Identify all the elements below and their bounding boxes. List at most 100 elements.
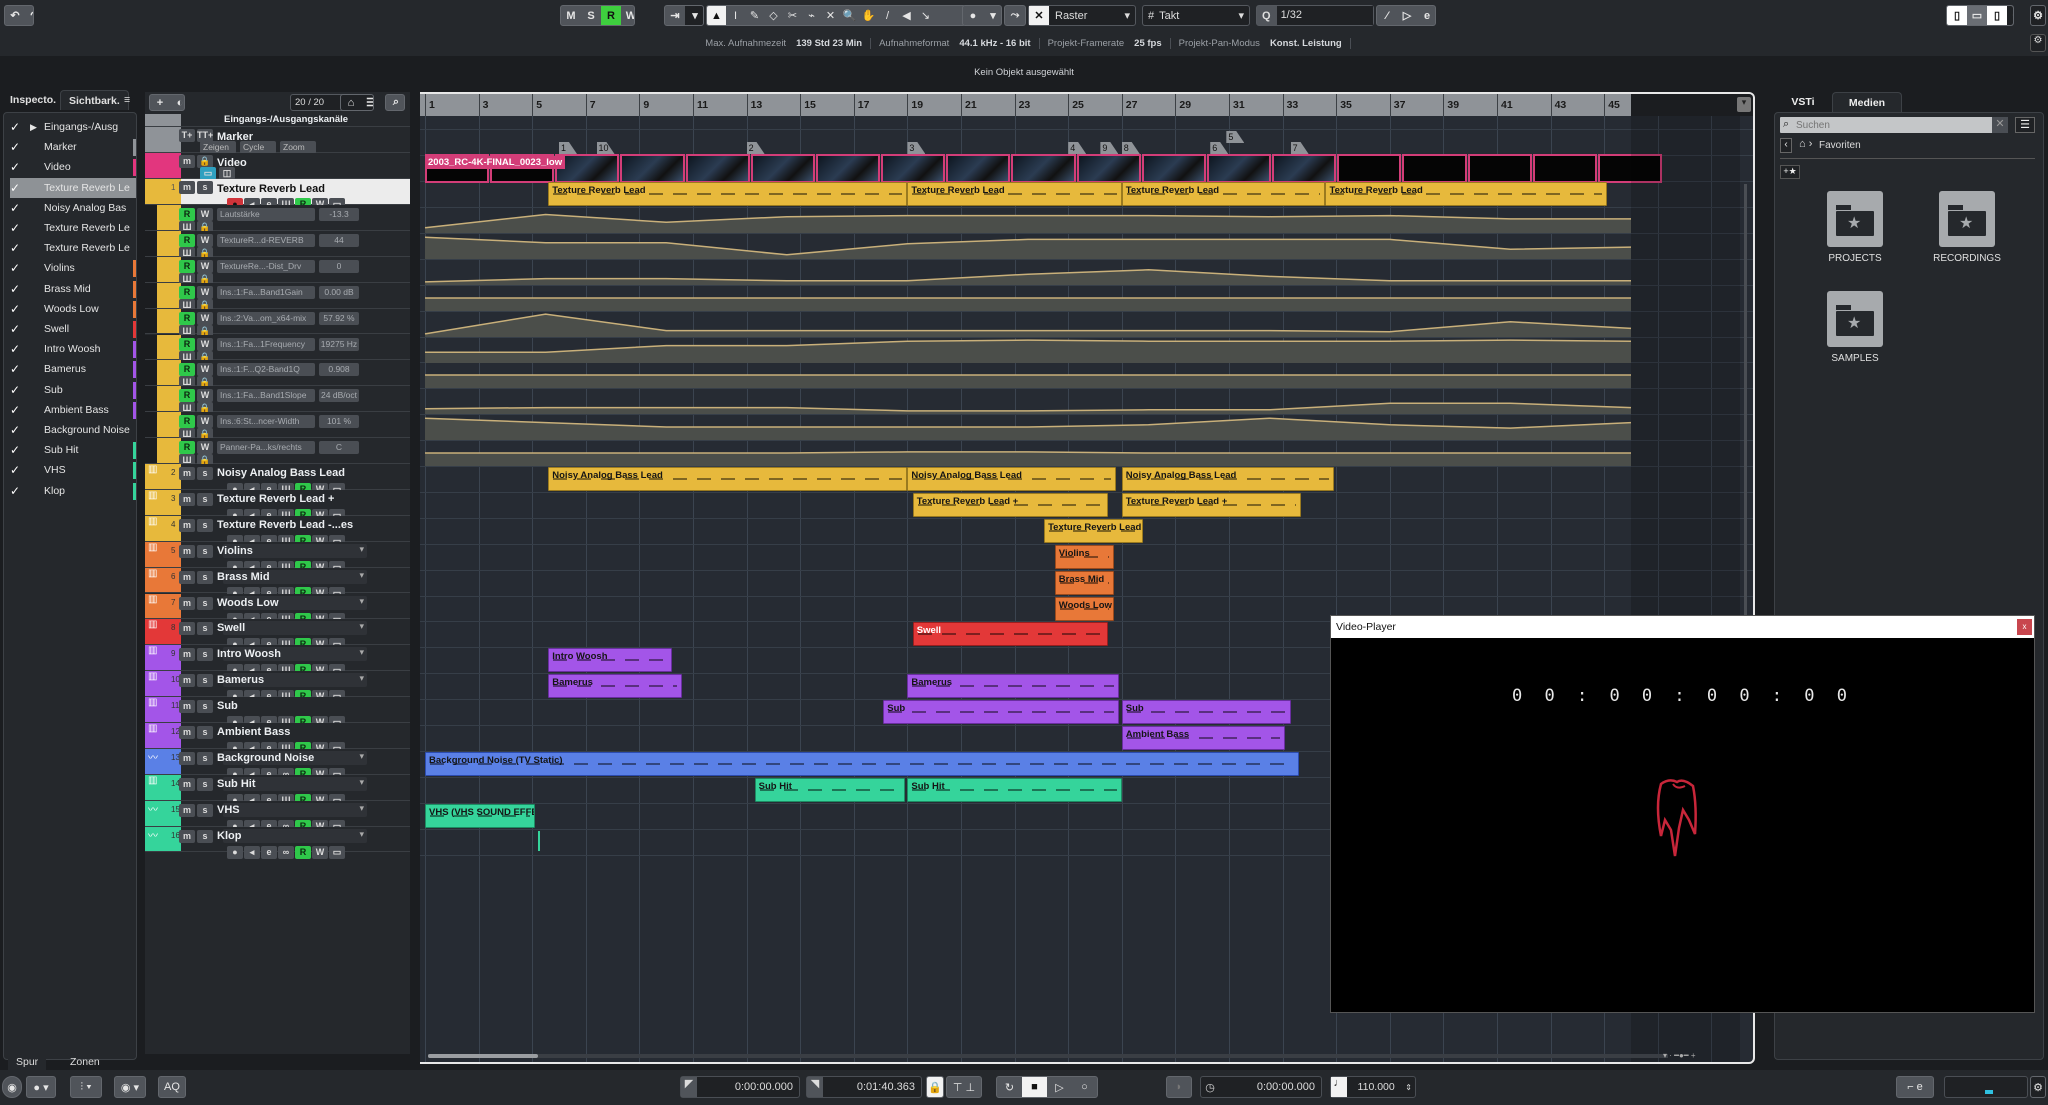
automation-curve[interactable] <box>420 233 1755 259</box>
track-row[interactable]: ▥8msSwell●◂eШRW▭ <box>145 619 410 652</box>
write-automation-button[interactable]: W <box>197 233 213 247</box>
write-automation-button[interactable]: W <box>197 363 213 377</box>
video-thumbnail[interactable] <box>1467 154 1532 183</box>
midi-part[interactable]: Ambient Bass <box>1121 726 1286 750</box>
marker-5[interactable]: 5 <box>1226 131 1245 143</box>
automation-lane[interactable]: R W Ш 🔒 Ins.:1:Fa...Band1Slope 24 dB/oct <box>145 386 410 416</box>
marker-8[interactable]: 8 <box>1121 142 1140 154</box>
klop-event[interactable] <box>537 830 540 851</box>
midi-part[interactable]: Texture Reverb Lead <box>907 182 1122 206</box>
read-automation-button[interactable]: R <box>179 208 195 221</box>
track-row[interactable]: ▥9msIntro Woosh●◂eШRW▭ <box>145 645 410 678</box>
list-view-icon[interactable]: ☰ <box>2015 117 2035 133</box>
write-automation-button[interactable]: W <box>197 311 213 325</box>
read-automation-button[interactable]: R <box>179 285 195 299</box>
checkmark-icon[interactable]: ✓ <box>10 383 30 397</box>
automation-lane-curve[interactable] <box>420 285 1755 311</box>
track-name-dropdown[interactable] <box>223 828 367 843</box>
mute-button[interactable]: m <box>179 155 195 168</box>
solo-button[interactable]: s <box>197 181 213 194</box>
automation-curve[interactable] <box>420 207 1755 233</box>
automation-value[interactable]: 0.00 dB <box>319 285 359 299</box>
checkmark-icon[interactable]: ✓ <box>10 261 30 275</box>
automation-parameter-select[interactable]: Ins.:2:Va...om_x64-mix <box>217 311 315 325</box>
write-automation-button[interactable]: W <box>197 441 213 455</box>
track-name[interactable]: Swell <box>217 622 245 634</box>
visibility-item[interactable]: ✓ Klop <box>10 481 136 501</box>
track-row-selected[interactable]: m s Texture Reverb Lead 1 ● ◂ e Ш R W ▭ <box>145 179 410 211</box>
performance-meter[interactable] <box>1944 1076 2028 1098</box>
automation-value[interactable]: 19275 Hz <box>319 337 359 351</box>
mute-button[interactable]: m <box>179 518 195 532</box>
midi-part[interactable]: Woods Low <box>1054 596 1114 621</box>
visibility-item[interactable]: ✓ Ambient Bass <box>10 400 136 420</box>
folder-star-icon[interactable]: ★ <box>1827 291 1883 347</box>
automation-curve[interactable] <box>420 285 1755 311</box>
video-thumbnail[interactable] <box>946 154 1011 183</box>
draw-tool-icon[interactable]: ✎ <box>745 6 764 25</box>
solo-button[interactable]: s <box>197 777 213 791</box>
track-row[interactable]: ▥11msSub●◂eШRW▭ <box>145 697 410 730</box>
track-row[interactable]: ▥12msAmbient Bass●◂eШRW▭ <box>145 723 410 755</box>
close-button[interactable]: x <box>2017 619 2032 635</box>
add-marker-button[interactable]: T+ <box>179 129 195 142</box>
automation-lane[interactable]: R W Ш 🔒 Ins.:2:Va...om_x64-mix 57.92 % <box>145 308 410 338</box>
automation-curve[interactable] <box>420 414 1755 441</box>
automation-lane[interactable]: R W Ш 🔒 Ins.:1:Fa...Band1Gain 0.00 dB <box>145 282 410 312</box>
marker-7[interactable]: 7 <box>1290 142 1309 154</box>
midi-record-mode-select[interactable]: ◉ ▾ <box>114 1076 146 1098</box>
midi-part[interactable]: Sub <box>1121 700 1291 725</box>
automation-parameter-select[interactable]: Lautstärke <box>217 208 315 221</box>
find-track-button[interactable]: ⌕ <box>385 94 405 111</box>
track-name[interactable]: Bamerus <box>217 674 264 686</box>
automation-lane-curve[interactable] <box>420 414 1755 441</box>
favorite-recordings[interactable]: RECORDINGS <box>1912 253 2022 264</box>
activate-project-icon[interactable]: ◉ <box>2 1076 22 1098</box>
visibility-item[interactable]: ✓ Texture Reverb Le <box>10 177 136 198</box>
automation-lane[interactable]: R W Ш 🔒 TextureRe...-Dist_Drv 0 <box>145 256 410 286</box>
automation-parameter-select[interactable]: Ins.:6:St...ncer-Width <box>217 415 315 429</box>
edit-channel-button[interactable]: e <box>261 845 277 859</box>
automation-value[interactable]: 44 <box>319 233 359 247</box>
track-name[interactable]: Woods Low <box>217 597 279 609</box>
line-tool-icon[interactable]: / <box>878 6 897 25</box>
solo-button[interactable]: s <box>197 622 213 636</box>
visibility-item[interactable]: ✓ Intro Woosh <box>10 339 136 359</box>
redo-icon[interactable]: ↷ <box>25 6 33 25</box>
marker-1[interactable]: 1 <box>559 142 577 154</box>
write-automation-button[interactable]: W <box>312 845 328 859</box>
track-row[interactable]: 〰15msVHS●◂e∞RW▭ <box>145 800 410 833</box>
solo-button[interactable]: s <box>197 570 213 584</box>
grid-type-select[interactable]: # Takt ▾ <box>1142 5 1250 26</box>
visibility-item[interactable]: ✓ Swell <box>10 319 136 339</box>
solo-button[interactable]: s <box>197 726 213 739</box>
range-select-tool-icon[interactable]: I <box>726 6 745 25</box>
track-row[interactable]: 〰13msBackground Noise●◂e∞RW▭ <box>145 748 410 781</box>
solo-button[interactable]: s <box>197 674 213 688</box>
horizontal-scrollbar[interactable] <box>428 1054 1668 1058</box>
solo-button[interactable]: s <box>197 829 213 843</box>
lock-icon[interactable]: 🔒 <box>926 1076 944 1098</box>
tab-zones[interactable]: Zonen <box>62 1052 108 1072</box>
quantize-flag-icon[interactable]: ▷ <box>1397 6 1417 25</box>
solo-button[interactable]: s <box>197 467 213 480</box>
favorite-samples[interactable]: SAMPLES <box>1800 353 1910 364</box>
folder-star-icon[interactable]: ★ <box>1827 191 1883 247</box>
automation-lane[interactable]: R W Ш 🔒 Ins.:1:Fa...1Frequency 19275 Hz <box>145 334 410 364</box>
position-field[interactable]: ◷ 0:00:00.000 <box>1200 1076 1322 1098</box>
visibility-item[interactable]: ✓ Sub <box>10 380 136 400</box>
write-automation-button[interactable]: W <box>197 208 213 221</box>
visibility-item[interactable]: ✓ Violins <box>10 258 136 278</box>
automation-lane[interactable]: R W Ш 🔒 Lautstärke -13.3 <box>145 205 410 234</box>
folder-star-icon[interactable]: ★ <box>1939 191 1995 247</box>
video-thumbnail[interactable] <box>1141 154 1206 183</box>
track-name[interactable]: Noisy Analog Bass Lead <box>217 467 345 479</box>
audio-follow-icon[interactable]: ◗ <box>1166 1076 1192 1098</box>
track-row[interactable]: ▥10msBamerus●◂eШRW▭ <box>145 671 410 704</box>
video-thumbnail[interactable] <box>1206 154 1272 183</box>
solo-button[interactable]: s <box>197 648 213 662</box>
checkmark-icon[interactable]: ✓ <box>10 140 30 154</box>
midi-part[interactable]: Texture Reverb Lead + <box>1121 492 1302 517</box>
automation-parameter-select[interactable]: TextureRe...-Dist_Drv <box>217 259 315 273</box>
visibility-item[interactable]: ✓ Texture Reverb Le <box>10 238 136 258</box>
